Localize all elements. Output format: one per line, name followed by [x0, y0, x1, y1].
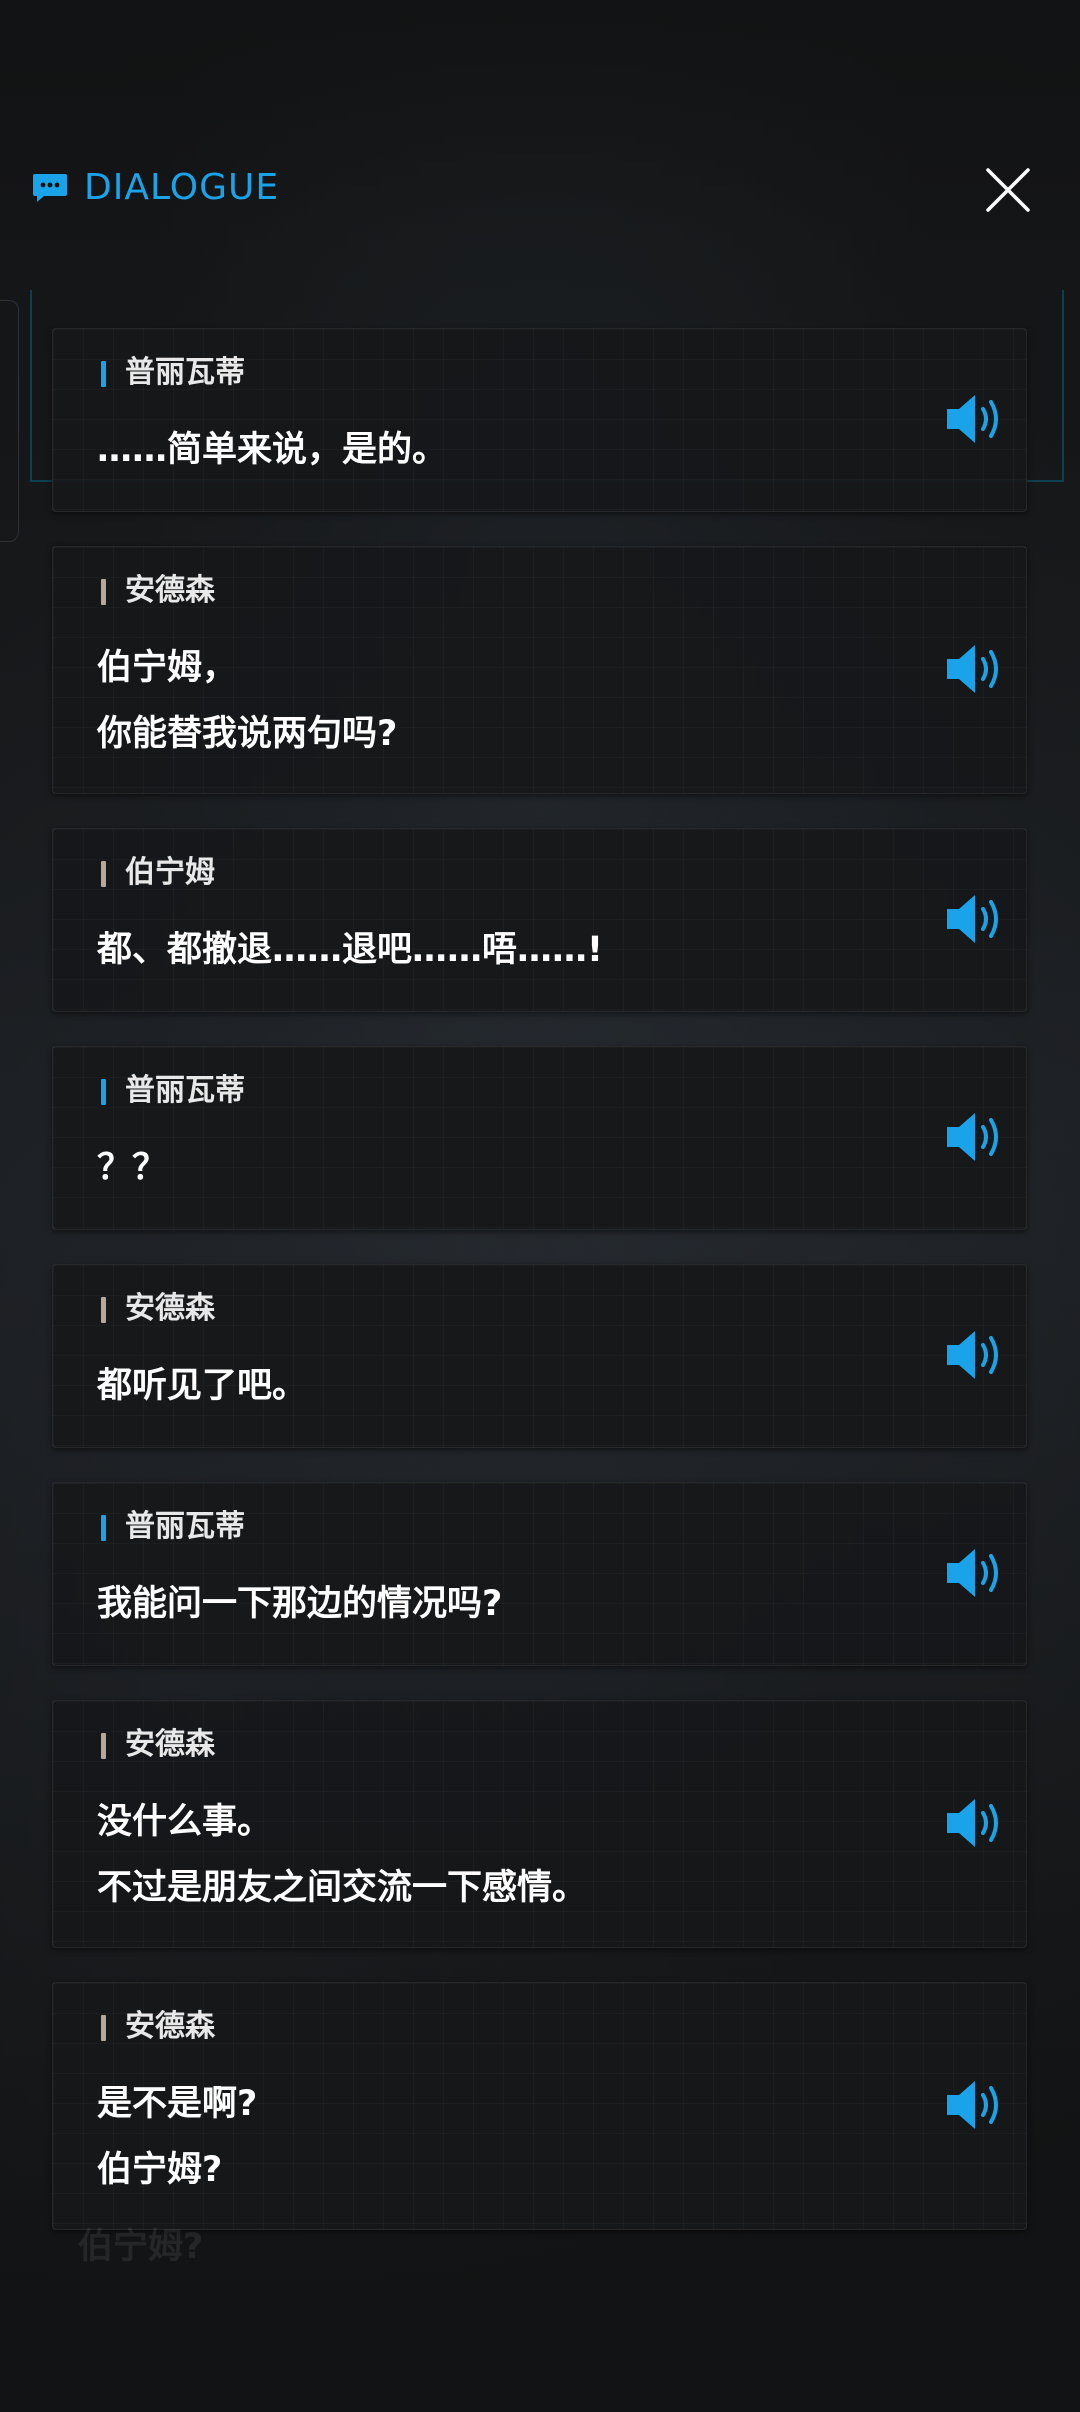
speaker-marker: [101, 2015, 106, 2041]
play-voice-button[interactable]: [943, 2075, 1007, 2135]
speaker-marker: [101, 861, 106, 887]
dialogue-line: 都听见了吧。: [97, 1366, 308, 1406]
dialogue-line: 伯宁姆?: [97, 2150, 223, 2190]
page-title: DIALOGUE: [84, 167, 280, 208]
speaker-icon: [947, 895, 998, 943]
speaker-marker: [101, 361, 106, 387]
speaker-icon: [947, 1331, 998, 1379]
dialogue-text: 我能问一下那边的情况吗?: [97, 1571, 502, 1637]
dialogue-entry: 安德森 伯宁姆， 你能替我说两句吗?: [52, 546, 1027, 794]
speaker-name: 安德森: [125, 2009, 215, 2044]
background-panel-edge: [0, 300, 19, 542]
dialogue-line: 你能替我说两句吗?: [97, 714, 398, 754]
play-voice-button[interactable]: [943, 1325, 1007, 1385]
dialogue-entry: 普丽瓦蒂 ？？: [52, 1046, 1027, 1230]
dialogue-header: DIALOGUE: [0, 150, 1080, 230]
dialogue-line: 没什么事。: [97, 1802, 273, 1842]
speaker-icon: [947, 645, 998, 693]
dialogue-line: 伯宁姆，: [97, 648, 238, 688]
dialogue-entry: 安德森 没什么事。 不过是朋友之间交流一下感情。: [52, 1700, 1027, 1948]
dialogue-text: ？？: [97, 1135, 167, 1201]
dialogue-text: 没什么事。 不过是朋友之间交流一下感情。: [97, 1789, 587, 1921]
speaker-icon: [947, 1799, 998, 1847]
speaker-icon: [947, 2081, 998, 2129]
play-voice-button[interactable]: [943, 389, 1007, 449]
speaker-name: 普丽瓦蒂: [125, 355, 245, 390]
close-button[interactable]: [980, 162, 1036, 218]
play-voice-button[interactable]: [943, 639, 1007, 699]
dialogue-entry: 普丽瓦蒂 我能问一下那边的情况吗?: [52, 1482, 1027, 1666]
dialogue-entry: 伯宁姆 都、都撤退……退吧……唔……!: [52, 828, 1027, 1012]
dialogue-text: 是不是啊? 伯宁姆?: [97, 2071, 257, 2203]
chat-bubble-icon: [32, 172, 68, 204]
speaker-name: 伯宁姆: [125, 855, 215, 890]
speaker-name: 安德森: [125, 1727, 215, 1762]
speaker-name: 普丽瓦蒂: [125, 1073, 245, 1108]
dialogue-text: 都听见了吧。: [97, 1353, 307, 1419]
close-icon: [986, 168, 1030, 212]
speaker-marker: [101, 1733, 106, 1759]
speaker-name: 安德森: [125, 573, 215, 608]
play-voice-button[interactable]: [943, 889, 1007, 949]
dialogue-line: 我能问一下那边的情况吗?: [97, 1584, 503, 1624]
dialogue-line: ？？: [97, 1148, 168, 1188]
background-subtitle: 伯宁姆?: [78, 2227, 204, 2267]
play-voice-button[interactable]: [943, 1793, 1007, 1853]
speaker-name: 安德森: [125, 1291, 215, 1326]
dialogue-text: 伯宁姆， 你能替我说两句吗?: [97, 635, 397, 767]
dialogue-log-screen: DIALOGUE 普丽瓦蒂 ……简单来说，是的。 安德森 伯宁姆， 你能替我说两…: [0, 0, 1080, 2412]
speaker-marker: [101, 1515, 106, 1541]
speaker-marker: [101, 579, 106, 605]
speaker-name: 普丽瓦蒂: [125, 1509, 245, 1544]
dialogue-entry: 安德森 都听见了吧。: [52, 1264, 1027, 1448]
dialogue-text: 都、都撤退……退吧……唔……!: [97, 917, 603, 983]
dialogue-line: 不过是朋友之间交流一下感情。: [97, 1868, 588, 1908]
dialogue-text: ……简单来说，是的。: [97, 417, 447, 483]
play-voice-button[interactable]: [943, 1107, 1007, 1167]
dialogue-line: 是不是啊?: [97, 2084, 258, 2124]
speaker-icon: [947, 1113, 998, 1161]
speaker-icon: [947, 1549, 998, 1597]
speaker-icon: [947, 395, 998, 443]
dialogue-line: 都、都撤退……退吧……唔……!: [97, 930, 603, 970]
dialogue-line: ……简单来说，是的。: [97, 430, 448, 470]
dialogue-entry: 普丽瓦蒂 ……简单来说，是的。: [52, 328, 1027, 512]
speaker-marker: [101, 1079, 106, 1105]
play-voice-button[interactable]: [943, 1543, 1007, 1603]
dialogue-entry: 安德森 是不是啊? 伯宁姆?: [52, 1982, 1027, 2230]
speaker-marker: [101, 1297, 106, 1323]
